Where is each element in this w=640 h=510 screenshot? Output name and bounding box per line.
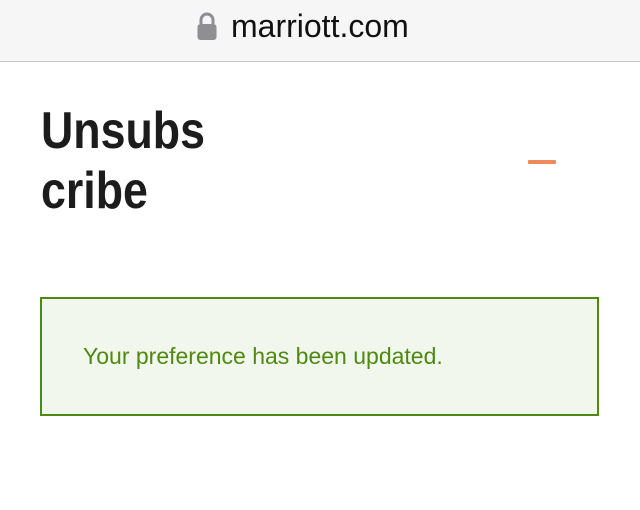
success-alert: Your preference has been updated.: [40, 297, 599, 416]
alert-message: Your preference has been updated.: [83, 343, 443, 369]
lock-icon: [197, 11, 217, 41]
menu-dash-icon: [528, 160, 556, 164]
browser-address-bar[interactable]: marriott.com: [0, 0, 640, 62]
address-url[interactable]: marriott.com: [231, 6, 409, 46]
menu-button[interactable]: [520, 149, 564, 175]
page-content: Unsubscribe Your preference has been upd…: [0, 63, 640, 510]
page-title: Unsubscribe: [41, 102, 205, 220]
